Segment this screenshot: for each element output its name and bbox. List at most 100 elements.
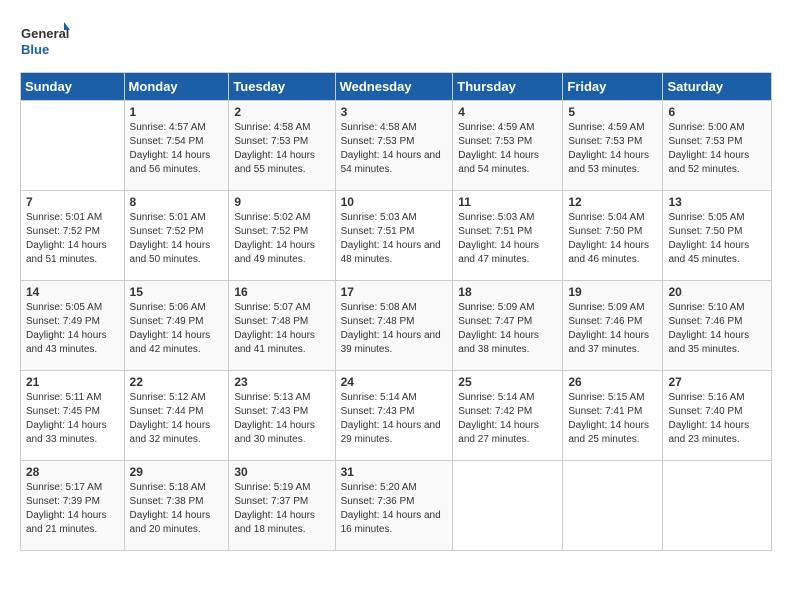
calendar-cell: 25 Sunrise: 5:14 AM Sunset: 7:42 PM Dayl… [453, 371, 563, 461]
sunrise-text: Sunrise: 4:58 AM [234, 122, 310, 133]
calendar-cell: 1 Sunrise: 4:57 AM Sunset: 7:54 PM Dayli… [124, 101, 229, 191]
day-number: 15 [130, 285, 224, 299]
day-number: 4 [458, 105, 557, 119]
day-info: Sunrise: 5:05 AM Sunset: 7:50 PM Dayligh… [668, 211, 766, 267]
day-number: 31 [341, 465, 448, 479]
day-number: 17 [341, 285, 448, 299]
sunrise-text: Sunrise: 4:59 AM [458, 122, 534, 133]
sunset-text: Sunset: 7:46 PM [568, 316, 642, 327]
daylight-text: Daylight: 14 hours and 51 minutes. [26, 240, 107, 265]
sunrise-text: Sunrise: 5:01 AM [130, 212, 206, 223]
daylight-text: Daylight: 14 hours and 23 minutes. [668, 420, 749, 445]
sunset-text: Sunset: 7:49 PM [130, 316, 204, 327]
calendar-cell [453, 461, 563, 551]
sunset-text: Sunset: 7:47 PM [458, 316, 532, 327]
sunrise-text: Sunrise: 5:20 AM [341, 482, 417, 493]
calendar-cell: 4 Sunrise: 4:59 AM Sunset: 7:53 PM Dayli… [453, 101, 563, 191]
sunset-text: Sunset: 7:43 PM [341, 406, 415, 417]
daylight-text: Daylight: 14 hours and 33 minutes. [26, 420, 107, 445]
sunrise-text: Sunrise: 5:13 AM [234, 392, 310, 403]
sunset-text: Sunset: 7:45 PM [26, 406, 100, 417]
sunrise-text: Sunrise: 5:03 AM [458, 212, 534, 223]
sunrise-text: Sunrise: 5:02 AM [234, 212, 310, 223]
sunset-text: Sunset: 7:51 PM [458, 226, 532, 237]
daylight-text: Daylight: 14 hours and 45 minutes. [668, 240, 749, 265]
sunset-text: Sunset: 7:54 PM [130, 136, 204, 147]
sunrise-text: Sunrise: 5:05 AM [26, 302, 102, 313]
calendar-cell: 5 Sunrise: 4:59 AM Sunset: 7:53 PM Dayli… [563, 101, 663, 191]
day-info: Sunrise: 5:14 AM Sunset: 7:42 PM Dayligh… [458, 391, 557, 447]
day-number: 30 [234, 465, 329, 479]
daylight-text: Daylight: 14 hours and 52 minutes. [668, 150, 749, 175]
day-number: 29 [130, 465, 224, 479]
calendar-table: SundayMondayTuesdayWednesdayThursdayFrid… [20, 72, 772, 551]
page-header: General Blue [20, 20, 772, 62]
sunset-text: Sunset: 7:48 PM [341, 316, 415, 327]
daylight-text: Daylight: 14 hours and 42 minutes. [130, 330, 211, 355]
day-info: Sunrise: 5:03 AM Sunset: 7:51 PM Dayligh… [458, 211, 557, 267]
day-number: 25 [458, 375, 557, 389]
calendar-cell: 27 Sunrise: 5:16 AM Sunset: 7:40 PM Dayl… [663, 371, 772, 461]
daylight-text: Daylight: 14 hours and 55 minutes. [234, 150, 315, 175]
daylight-text: Daylight: 14 hours and 46 minutes. [568, 240, 649, 265]
sunrise-text: Sunrise: 5:11 AM [26, 392, 101, 403]
sunset-text: Sunset: 7:39 PM [26, 496, 100, 507]
day-info: Sunrise: 4:57 AM Sunset: 7:54 PM Dayligh… [130, 121, 224, 177]
day-info: Sunrise: 5:09 AM Sunset: 7:46 PM Dayligh… [568, 301, 657, 357]
calendar-cell: 26 Sunrise: 5:15 AM Sunset: 7:41 PM Dayl… [563, 371, 663, 461]
day-number: 13 [668, 195, 766, 209]
day-info: Sunrise: 4:59 AM Sunset: 7:53 PM Dayligh… [568, 121, 657, 177]
daylight-text: Daylight: 14 hours and 48 minutes. [341, 240, 441, 265]
sunrise-text: Sunrise: 5:18 AM [130, 482, 206, 493]
sunset-text: Sunset: 7:51 PM [341, 226, 415, 237]
daylight-text: Daylight: 14 hours and 53 minutes. [568, 150, 649, 175]
sunrise-text: Sunrise: 5:16 AM [668, 392, 744, 403]
day-info: Sunrise: 5:07 AM Sunset: 7:48 PM Dayligh… [234, 301, 329, 357]
day-info: Sunrise: 5:20 AM Sunset: 7:36 PM Dayligh… [341, 481, 448, 537]
sunset-text: Sunset: 7:43 PM [234, 406, 308, 417]
day-number: 27 [668, 375, 766, 389]
daylight-text: Daylight: 14 hours and 20 minutes. [130, 510, 211, 535]
sunrise-text: Sunrise: 5:09 AM [568, 302, 644, 313]
day-number: 23 [234, 375, 329, 389]
daylight-text: Daylight: 14 hours and 32 minutes. [130, 420, 211, 445]
sunrise-text: Sunrise: 5:06 AM [130, 302, 206, 313]
header-thursday: Thursday [453, 73, 563, 101]
day-info: Sunrise: 5:01 AM Sunset: 7:52 PM Dayligh… [130, 211, 224, 267]
day-number: 6 [668, 105, 766, 119]
sunrise-text: Sunrise: 5:15 AM [568, 392, 644, 403]
sunrise-text: Sunrise: 5:00 AM [668, 122, 744, 133]
sunset-text: Sunset: 7:50 PM [568, 226, 642, 237]
daylight-text: Daylight: 14 hours and 43 minutes. [26, 330, 107, 355]
sunset-text: Sunset: 7:41 PM [568, 406, 642, 417]
daylight-text: Daylight: 14 hours and 29 minutes. [341, 420, 441, 445]
daylight-text: Daylight: 14 hours and 37 minutes. [568, 330, 649, 355]
header-saturday: Saturday [663, 73, 772, 101]
day-number: 24 [341, 375, 448, 389]
calendar-cell: 7 Sunrise: 5:01 AM Sunset: 7:52 PM Dayli… [21, 191, 125, 281]
day-info: Sunrise: 5:19 AM Sunset: 7:37 PM Dayligh… [234, 481, 329, 537]
week-row-1: 1 Sunrise: 4:57 AM Sunset: 7:54 PM Dayli… [21, 101, 772, 191]
day-number: 7 [26, 195, 119, 209]
calendar-cell: 31 Sunrise: 5:20 AM Sunset: 7:36 PM Dayl… [335, 461, 453, 551]
daylight-text: Daylight: 14 hours and 30 minutes. [234, 420, 315, 445]
daylight-text: Daylight: 14 hours and 49 minutes. [234, 240, 315, 265]
week-row-3: 14 Sunrise: 5:05 AM Sunset: 7:49 PM Dayl… [21, 281, 772, 371]
day-info: Sunrise: 5:01 AM Sunset: 7:52 PM Dayligh… [26, 211, 119, 267]
sunset-text: Sunset: 7:48 PM [234, 316, 308, 327]
sunrise-text: Sunrise: 5:04 AM [568, 212, 644, 223]
header-wednesday: Wednesday [335, 73, 453, 101]
day-info: Sunrise: 5:12 AM Sunset: 7:44 PM Dayligh… [130, 391, 224, 447]
sunrise-text: Sunrise: 5:05 AM [668, 212, 744, 223]
sunset-text: Sunset: 7:52 PM [234, 226, 308, 237]
logo-svg: General Blue [20, 20, 70, 62]
day-number: 16 [234, 285, 329, 299]
daylight-text: Daylight: 14 hours and 25 minutes. [568, 420, 649, 445]
sunset-text: Sunset: 7:52 PM [26, 226, 100, 237]
daylight-text: Daylight: 14 hours and 39 minutes. [341, 330, 441, 355]
day-number: 19 [568, 285, 657, 299]
sunset-text: Sunset: 7:53 PM [234, 136, 308, 147]
header-friday: Friday [563, 73, 663, 101]
sunrise-text: Sunrise: 5:12 AM [130, 392, 206, 403]
sunset-text: Sunset: 7:53 PM [568, 136, 642, 147]
